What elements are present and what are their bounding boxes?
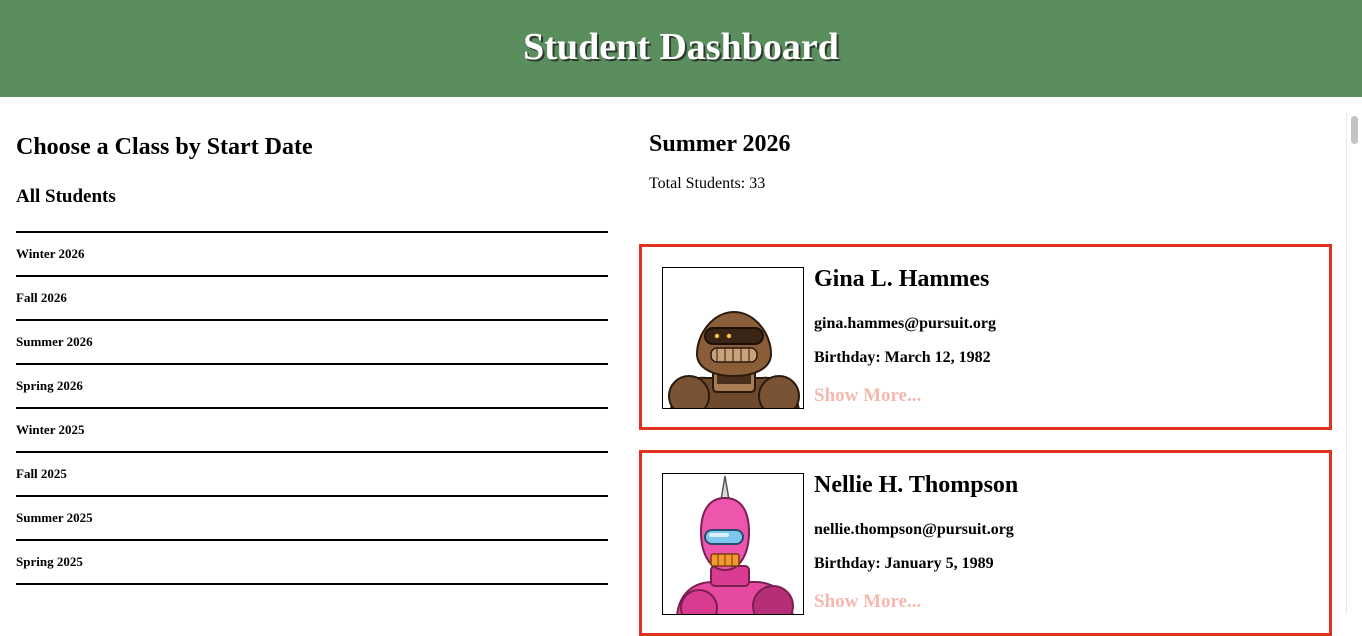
page-header: Student Dashboard — [0, 0, 1362, 97]
class-title: Summer 2026 — [649, 131, 791, 157]
class-item-fall-2026[interactable]: Fall 2026 — [16, 277, 608, 321]
student-birthday: Birthday: March 12, 1982 — [814, 349, 991, 366]
class-item-winter-2026[interactable]: Winter 2026 — [16, 233, 608, 277]
pink-robot-avatar-icon — [662, 473, 804, 615]
class-item-summer-2025[interactable]: Summer 2025 — [16, 497, 608, 541]
student-name: Gina L. Hammes — [814, 266, 990, 292]
class-item-spring-2025[interactable]: Spring 2025 — [16, 541, 608, 585]
brown-robot-avatar-icon — [662, 267, 804, 409]
student-email: gina.hammes@pursuit.org — [814, 315, 997, 332]
student-email: nellie.thompson@pursuit.org — [814, 521, 1014, 538]
student-card: Gina L. Hammes gina.hammes@pursuit.org B… — [639, 244, 1332, 430]
sidebar-heading: Choose a Class by Start Date — [16, 134, 313, 160]
total-students: Total Students: 33 — [649, 175, 766, 192]
show-more-link[interactable]: Show More... — [814, 385, 921, 407]
student-card: Nellie H. Thompson nellie.thompson@pursu… — [639, 450, 1332, 636]
page-title: Student Dashboard — [523, 25, 839, 68]
class-item-spring-2026[interactable]: Spring 2026 — [16, 365, 608, 409]
all-students-link[interactable]: All Students — [16, 186, 608, 208]
show-more-link[interactable]: Show More... — [814, 591, 921, 613]
scrollbar[interactable] — [1346, 113, 1360, 614]
scrollbar-thumb[interactable] — [1351, 116, 1358, 144]
student-name: Nellie H. Thompson — [814, 472, 1019, 498]
class-item-summer-2026[interactable]: Summer 2026 — [16, 321, 608, 365]
class-item-fall-2025[interactable]: Fall 2025 — [16, 453, 608, 497]
student-list-panel: Summer 2026 Total Students: 33 Gina L. H… — [639, 97, 1332, 636]
student-birthday: Birthday: January 5, 1989 — [814, 555, 994, 572]
class-list: Winter 2026 Fall 2026 Summer 2026 Spring… — [16, 231, 608, 585]
class-item-winter-2025[interactable]: Winter 2025 — [16, 409, 608, 453]
class-sidebar: Choose a Class by Start Date All Student… — [16, 97, 608, 585]
